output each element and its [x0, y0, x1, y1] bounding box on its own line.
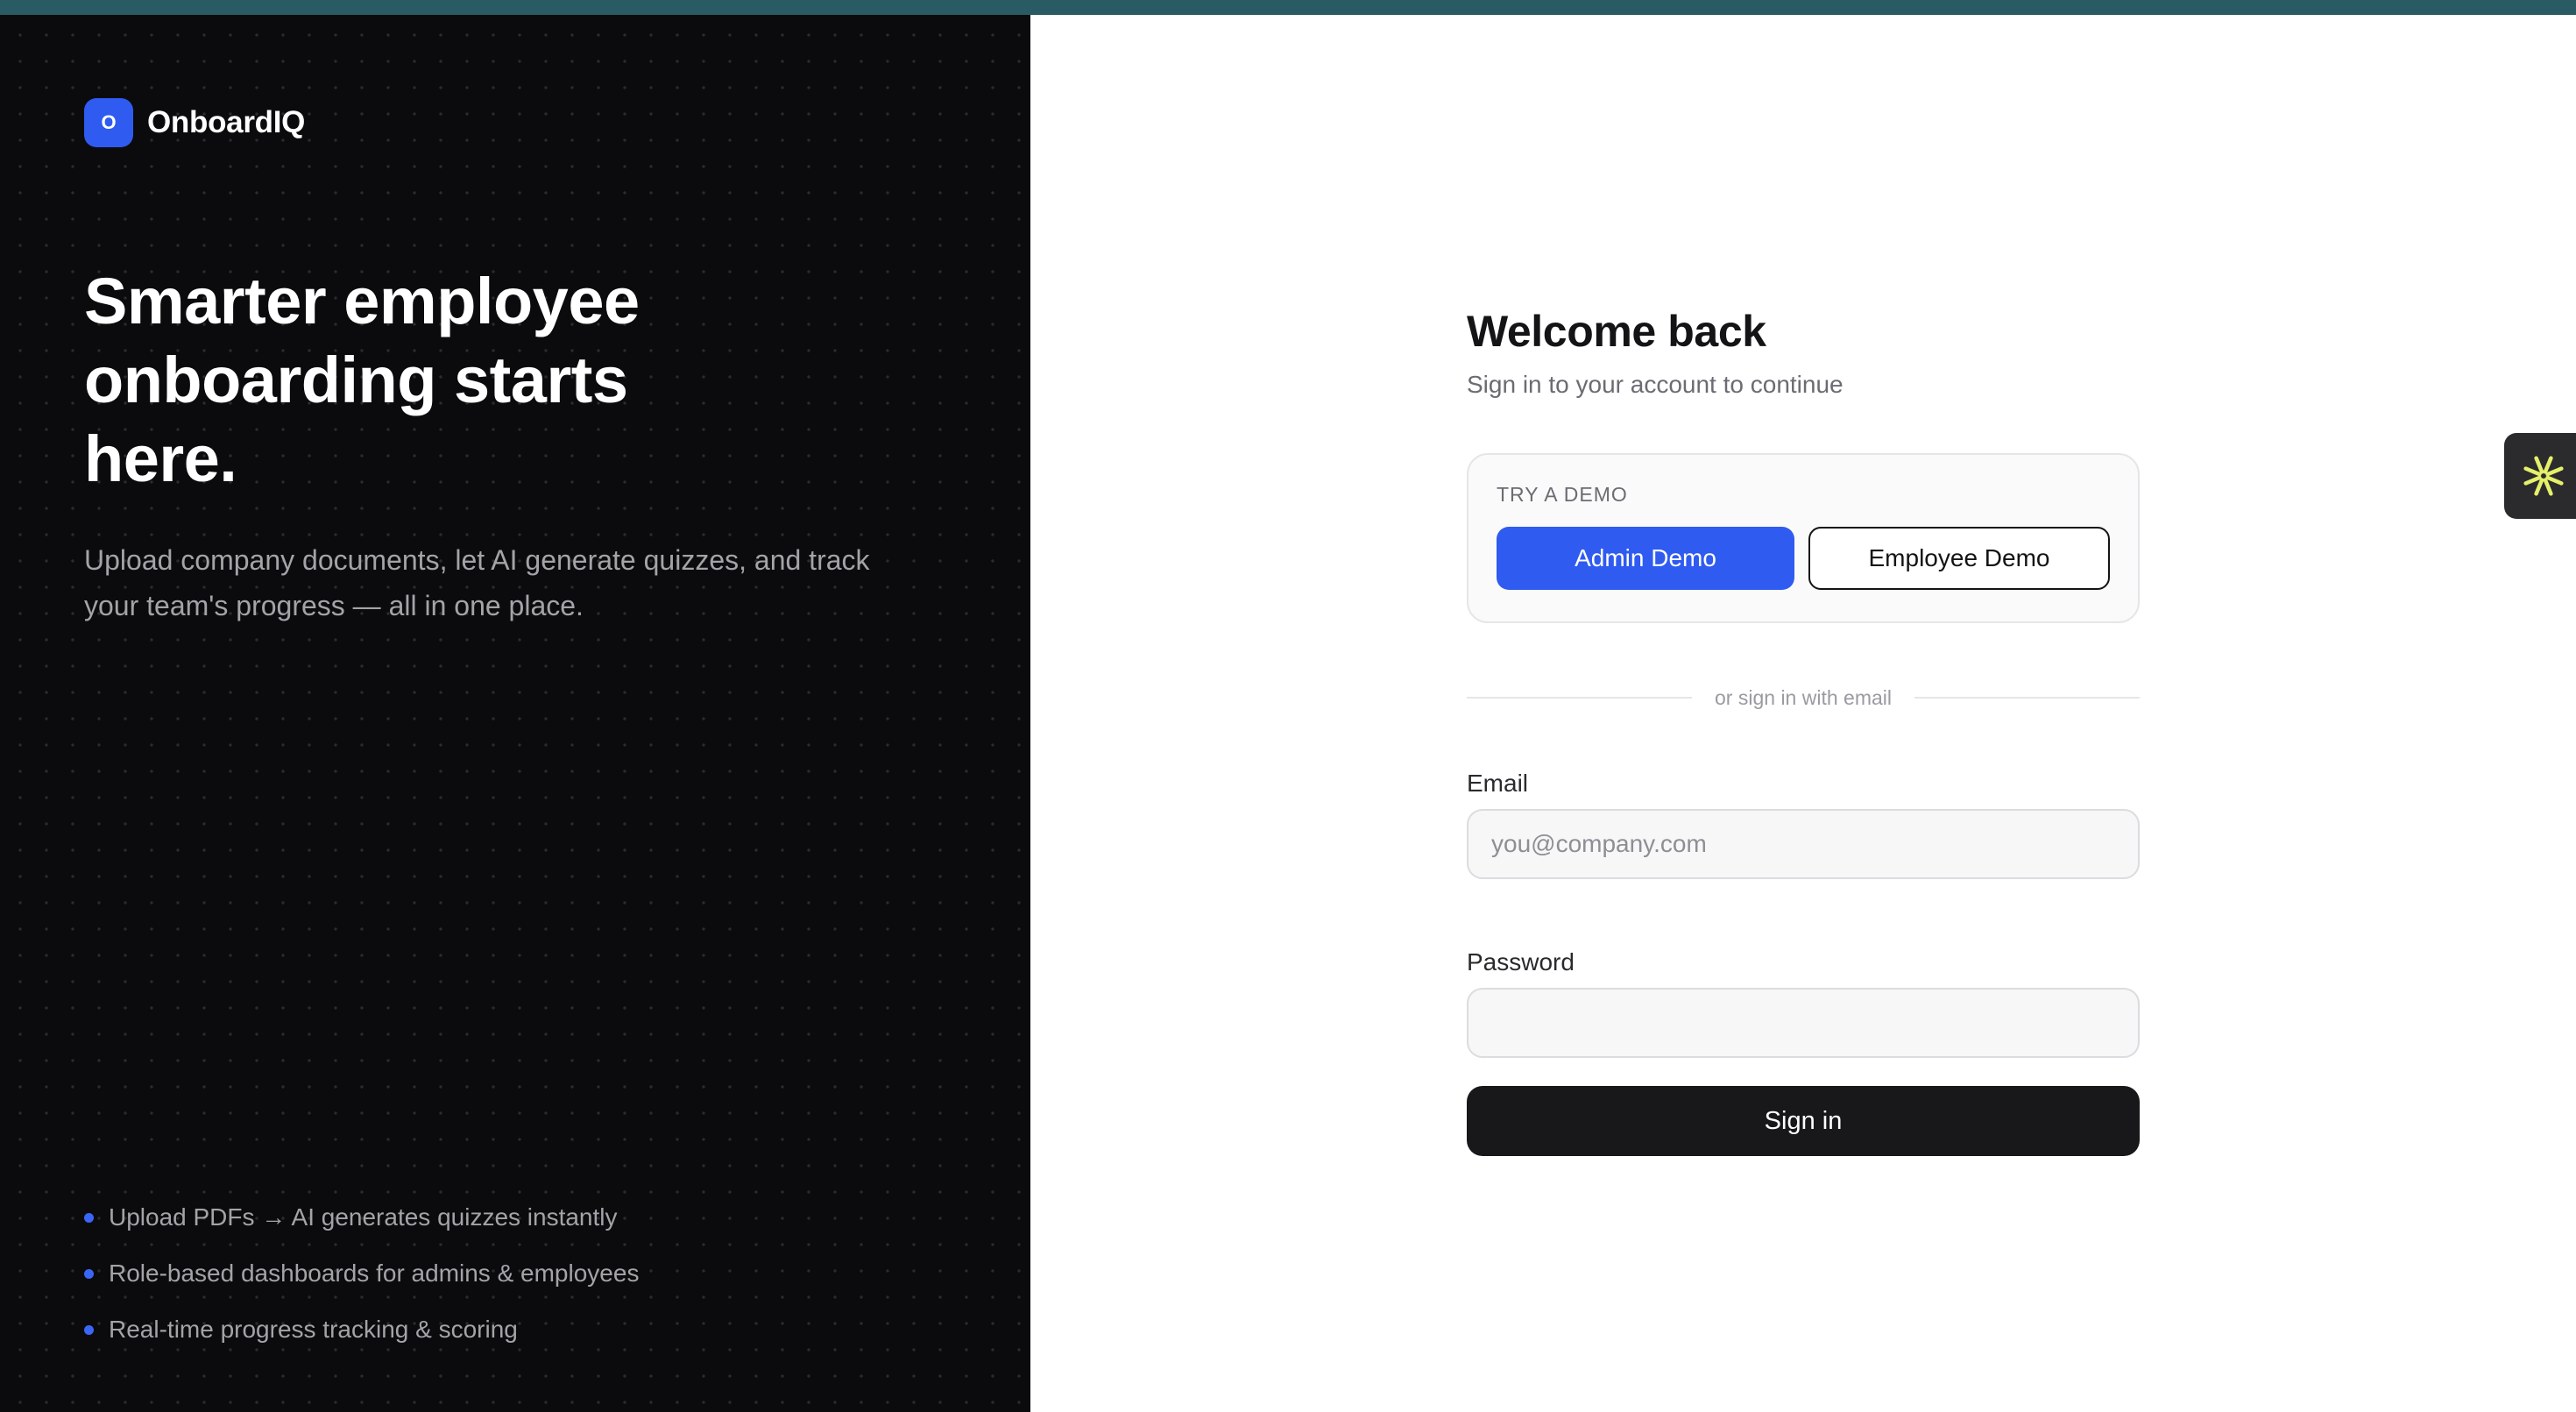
- feature-item: Role-based dashboards for admins & emplo…: [84, 1245, 639, 1302]
- sparkle-ray: [2523, 466, 2542, 477]
- sign-in-button[interactable]: Sign in: [1467, 1086, 2140, 1156]
- divider-text: or sign in with email: [1715, 685, 1892, 709]
- sparkle-ray: [2534, 456, 2544, 474]
- divider-line: [1914, 697, 2140, 699]
- bullet-dot-icon: [84, 1212, 94, 1223]
- login-title: Welcome back: [1467, 307, 1766, 356]
- sparkle-icon: [2523, 456, 2564, 496]
- sparkle-ray: [2543, 456, 2553, 474]
- login-subtitle: Sign in to your account to continue: [1467, 371, 1844, 398]
- top-accent-bar: [0, 0, 2576, 15]
- divider: or sign in with email: [1467, 685, 2140, 711]
- bullet-dot-icon: [84, 1324, 94, 1335]
- brand-logo-icon: O: [84, 98, 133, 147]
- sparkle-ray: [2545, 475, 2564, 486]
- brand: O OnboardIQ: [84, 98, 305, 147]
- feature-text: Upload PDFs → AI generates quizzes insta…: [109, 1203, 618, 1231]
- sparkle-ray: [2523, 475, 2542, 486]
- password-label: Password: [1467, 948, 1575, 976]
- password-field[interactable]: [1467, 988, 2140, 1058]
- demo-buttons: Admin Demo Employee Demo: [1497, 527, 2110, 590]
- feature-text: Real-time progress tracking & scoring: [109, 1316, 518, 1343]
- login-panel: Welcome back Sign in to your account to …: [1030, 15, 2576, 1412]
- demo-card: TRY A DEMO Admin Demo Employee Demo: [1467, 453, 2140, 623]
- feature-item: Upload PDFs → AI generates quizzes insta…: [84, 1189, 639, 1245]
- bullet-dot-icon: [84, 1268, 94, 1279]
- employee-demo-button[interactable]: Employee Demo: [1808, 527, 2110, 590]
- feature-text: Role-based dashboards for admins & emplo…: [109, 1259, 640, 1287]
- feature-item: Real-time progress tracking & scoring: [84, 1302, 639, 1358]
- hero-subtitle: Upload company documents, let AI generat…: [84, 544, 870, 621]
- divider-line: [1467, 697, 1693, 699]
- email-field[interactable]: [1467, 809, 2140, 879]
- brand-name: OnboardIQ: [147, 105, 306, 139]
- login-form: Welcome back Sign in to your account to …: [1467, 304, 2140, 1156]
- feature-list: Upload PDFs → AI generates quizzes insta…: [84, 1189, 639, 1358]
- sparkle-ray: [2534, 478, 2544, 496]
- sparkle-ray: [2545, 466, 2564, 477]
- marketing-panel: O OnboardIQ Smarter employee onboarding …: [0, 15, 1030, 1412]
- hero-title: Smarter employee onboarding starts here.: [84, 265, 640, 495]
- email-label: Email: [1467, 770, 1529, 797]
- side-widget-button[interactable]: [2504, 433, 2576, 519]
- admin-demo-button[interactable]: Admin Demo: [1497, 527, 1794, 590]
- sparkle-ray: [2543, 478, 2553, 496]
- demo-label: TRY A DEMO: [1497, 483, 1628, 506]
